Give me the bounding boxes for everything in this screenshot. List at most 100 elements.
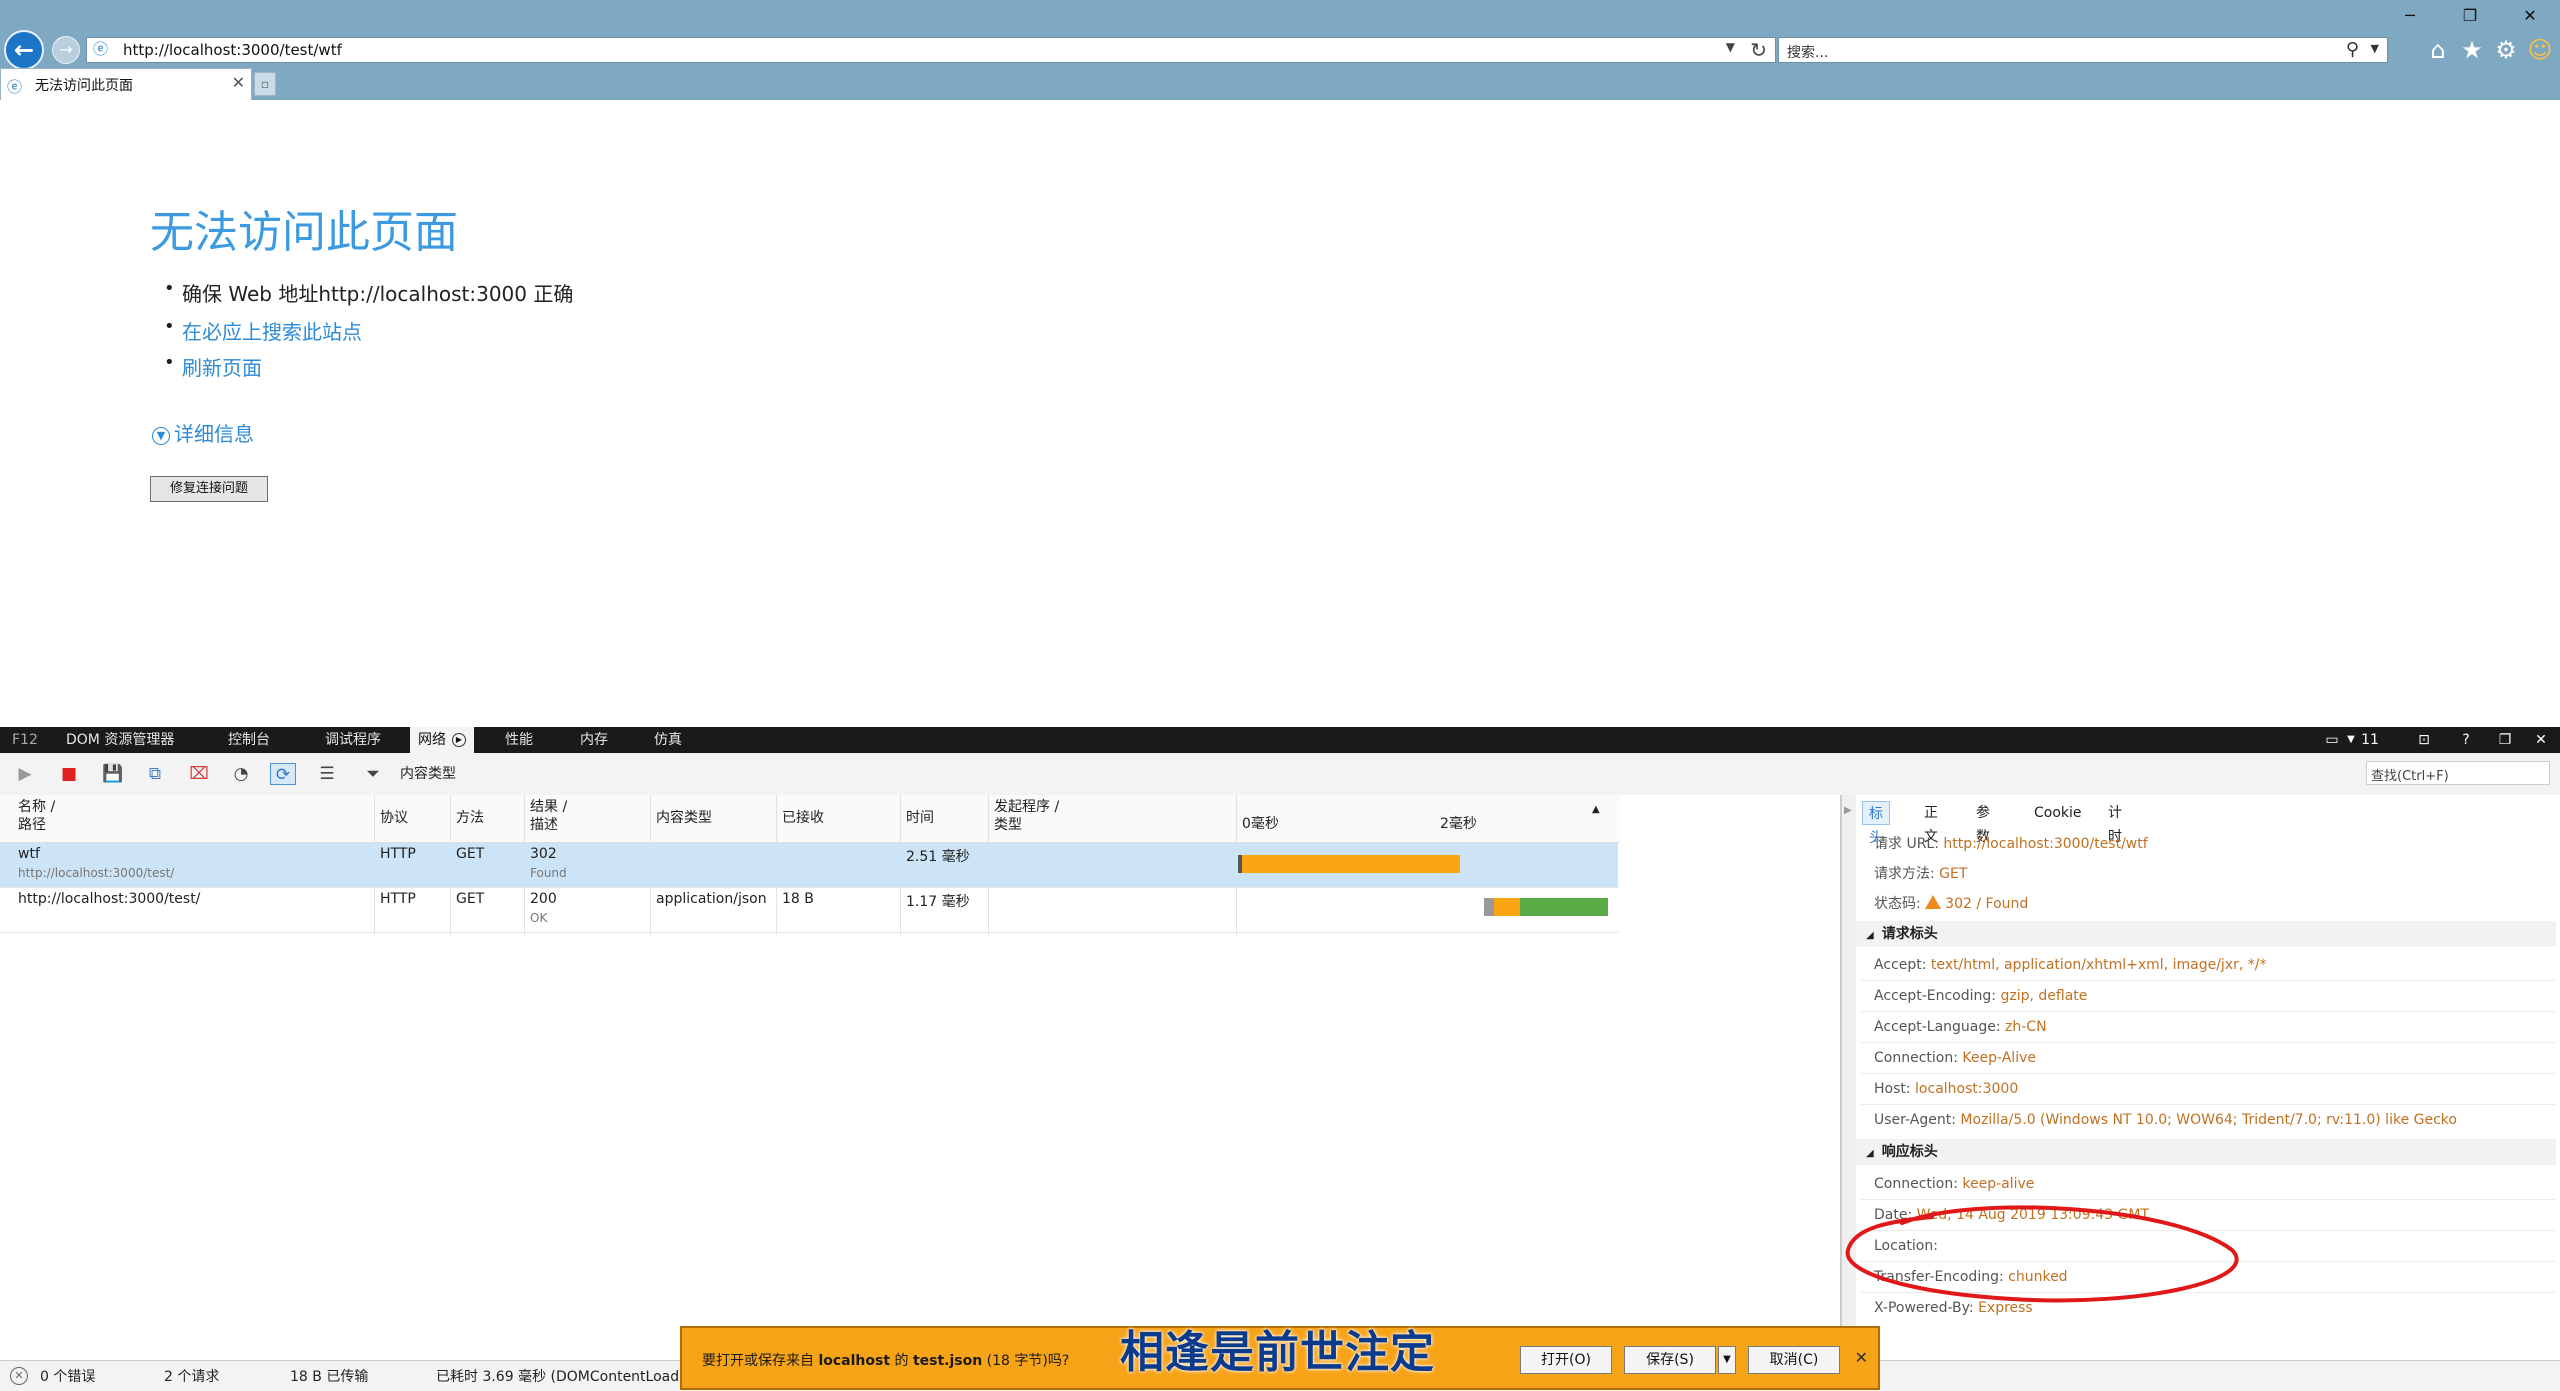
cancel-button[interactable]: 取消(C) [1748,1346,1840,1374]
favorites-star-icon[interactable]: ★ [2458,36,2486,64]
fix-connection-button[interactable]: 修复连接问题 [150,476,268,502]
row-name: http://localhost:3000/test/ [18,891,201,907]
row-desc: OK [530,911,548,925]
tab-active[interactable]: ⓔ 无法访问此页面 ✕ [0,68,252,100]
chevron-down-circle-icon[interactable]: ▼ [152,427,170,445]
clear-cache-icon[interactable]: ☰ [314,763,340,785]
clear-entries-icon[interactable]: ⌧ [186,763,212,785]
table-row[interactable]: http://localhost:3000/test/ HTTP GET 200… [0,888,1618,933]
tab-console[interactable]: 控制台 [228,727,270,753]
link-refresh-page[interactable]: • 刷新页面 [164,352,262,381]
col-name[interactable]: 名称 / 路径 [18,798,55,834]
search-box[interactable]: 搜索... ⚲ ▼ [1778,37,2388,63]
header-accept: Accept: text/html, application/xhtml+xml… [1874,957,2267,973]
refresh-icon[interactable]: ↻ [1750,38,1767,62]
warning-icon [1925,895,1942,909]
stop-icon[interactable]: ■ [56,763,82,785]
tab-params[interactable]: 参数 [1970,801,1996,845]
tab-performance[interactable]: 性能 [505,727,533,753]
error-icon: ✕ [10,1367,28,1385]
col-initiator[interactable]: 发起程序 / 类型 [994,798,1059,834]
row-method: GET [456,891,485,907]
chevron-down-icon[interactable]: ▼ [2371,42,2379,55]
chevron-down-icon[interactable]: ◢ [1866,930,1874,941]
tab-memory[interactable]: 内存 [580,727,608,753]
request-headers-section[interactable]: ◢ 请求标头 [1856,921,2556,947]
console-drawer-icon[interactable]: ⊡ [2412,727,2436,753]
tab-emulation[interactable]: 仿真 [654,727,682,753]
tab-timing[interactable]: 计时 [2102,801,2128,845]
sort-up-icon[interactable]: ▲ [1592,801,1600,819]
search-icon[interactable]: ⚲ [2346,39,2359,60]
status-elapsed: 已耗时 3.69 毫秒 (DOMContentLoade [436,1369,688,1385]
col-content-type[interactable]: 内容类型 [656,809,712,827]
timeline-bar-request [1494,898,1520,916]
play-icon[interactable]: ▶ [452,733,466,747]
ie-page-icon: ⓔ [93,40,109,58]
devtools-tab-bar: F12 DOM 资源管理器 控制台 调试程序 网络 ▶ 性能 内存 仿真 ▭ ▼… [0,727,2560,753]
browser-chrome: ─ ❐ ✕ ← → ⓔ http://localhost:3000/test/w… [0,0,2560,100]
monitor-icon[interactable]: ▭ [2318,727,2346,753]
filter-icon[interactable]: ⏷ [360,763,386,785]
timeline-bar-wait [1484,898,1494,916]
timeline-2ms: 2毫秒 [1440,816,1477,832]
play-icon[interactable]: ▶ [12,763,38,785]
restore-button[interactable]: ❐ [2450,6,2490,30]
tab-dom-explorer[interactable]: DOM 资源管理器 [66,727,174,753]
row-received: 18 B [782,891,814,907]
row-method: GET [456,846,485,862]
col-result[interactable]: 结果 / 描述 [530,798,567,834]
close-icon[interactable]: ✕ [1855,1348,1868,1367]
timeline-bar-request [1242,855,1460,873]
details-toggle[interactable]: ▼ 详细信息 [152,418,254,447]
clear-cookies-icon[interactable]: ◔ [228,763,254,785]
row-protocol: HTTP [380,846,416,862]
address-text[interactable]: http://localhost:3000/test/wtf [123,41,342,59]
col-received[interactable]: 已接收 [782,809,824,827]
import-icon[interactable]: ⧉ [142,763,168,785]
home-icon[interactable]: ⌂ [2424,36,2452,64]
help-icon[interactable]: ? [2456,727,2476,753]
search-input[interactable]: 搜索... [1787,42,1828,62]
open-button[interactable]: 打开(O) [1520,1346,1612,1374]
chevron-down-icon[interactable]: ▼ [1726,40,1735,54]
chevron-right-icon[interactable]: ▶ [1844,805,1852,816]
filter-label[interactable]: 内容类型 [400,763,456,783]
gear-icon[interactable]: ⚙ [2492,36,2520,64]
save-button[interactable]: 保存(S) [1624,1346,1716,1374]
back-button[interactable]: ← [4,30,44,70]
minimize-button[interactable]: ─ [2390,6,2430,30]
address-bar[interactable]: ⓔ http://localhost:3000/test/wtf ▼ ↻ [86,37,1776,63]
doc-mode-value[interactable]: 11 [2360,727,2380,753]
chevron-down-icon[interactable]: ◢ [1866,1148,1874,1159]
close-window-button[interactable]: ✕ [2510,6,2550,30]
tab-body[interactable]: 正文 [1918,801,1944,845]
col-time[interactable]: 时间 [906,809,934,827]
chevron-down-icon[interactable]: ▼ [2344,727,2358,753]
smiley-feedback-icon[interactable]: ☺ [2526,36,2554,64]
col-protocol[interactable]: 协议 [380,809,408,827]
row-status: 302 [530,846,557,862]
tab-cookie[interactable]: Cookie [2028,801,2088,825]
table-row[interactable]: wtf http://localhost:3000/test/ HTTP GET… [0,843,1618,888]
find-box[interactable]: 查找(Ctrl+F) [2366,761,2550,785]
row-time: 1.17 毫秒 [906,894,970,910]
save-icon[interactable]: 💾 [100,763,126,785]
tab-headers[interactable]: 标头 [1862,801,1890,846]
link-search-bing[interactable]: • 在必应上搜索此站点 [164,316,362,345]
close-icon[interactable]: ✕ [232,73,245,92]
status-code: 状态码: 302 / Found [1874,895,2029,912]
close-devtools-icon[interactable]: ✕ [2530,727,2552,753]
find-input[interactable]: 查找(Ctrl+F) [2371,765,2449,784]
page-title: 无法访问此页面 [150,207,458,258]
clear-on-navigate-icon[interactable]: ⟳ [270,763,296,785]
forward-button[interactable]: → [52,36,80,64]
new-tab-button[interactable]: ▫ [254,72,276,96]
col-method[interactable]: 方法 [456,809,484,827]
response-headers-section[interactable]: ◢ 响应标头 [1856,1139,2556,1165]
table-header: 名称 / 路径 协议 方法 结果 / 描述 内容类型 已接收 时间 发起程序 / 类型… [0,795,1620,843]
tab-network[interactable]: 网络 ▶ [410,727,474,753]
tab-debugger[interactable]: 调试程序 [325,727,381,753]
save-dropdown-icon[interactable]: ▼ [1718,1346,1736,1374]
undock-icon[interactable]: ❐ [2494,727,2516,753]
